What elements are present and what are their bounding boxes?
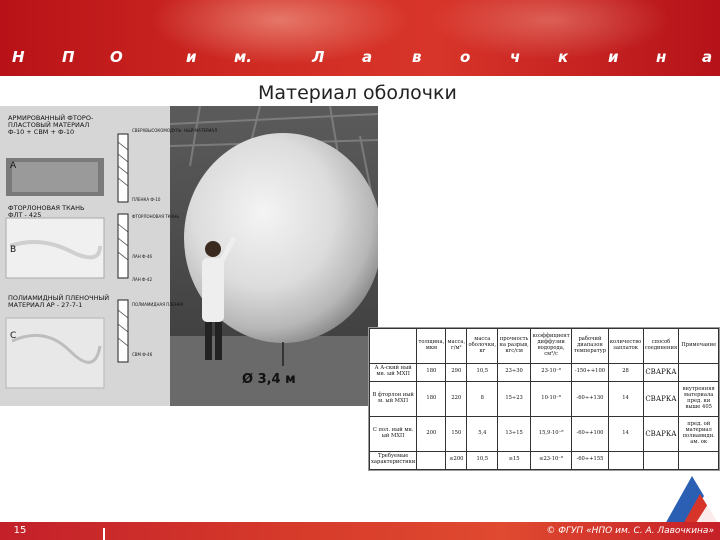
- layer-label: ПОЛИАМИДНАЯ ПЛЕНКА: [132, 302, 184, 307]
- table-cell: [678, 450, 719, 470]
- table-cell: 180: [416, 362, 447, 383]
- balloon-photo-graphic: Ø 3,4 м АРМИРОВАННЫЙ ФТОРО- ПЛАСТОВЫЙ МА…: [0, 106, 378, 406]
- table-cell: 10·10⁻⁸: [529, 381, 573, 417]
- header-letter: П: [62, 48, 75, 66]
- header-letter: н: [656, 48, 667, 66]
- table-cell: 23÷30: [497, 362, 531, 383]
- table-cell: -60÷+130: [571, 381, 609, 417]
- material-a-line: Ф-10 + СВМ + Ф-10: [8, 128, 74, 136]
- table-header-cell: способ соединения: [642, 328, 680, 364]
- footer-bar: 15 © ФГУП «НПО им. С. А. Лавочкина»: [0, 522, 720, 540]
- table-cell: СВАРКА: [642, 381, 680, 417]
- header-letter: а: [702, 48, 713, 66]
- table-row-label: В фторлон ный м. ый МХП: [369, 381, 418, 417]
- table-cell: 220: [445, 381, 468, 417]
- diameter-label: Ø 3,4 м: [242, 372, 296, 387]
- table-cell: 150: [445, 415, 468, 452]
- layer-label: ЛАН Ф-42: [132, 277, 152, 282]
- header-letter: и: [186, 48, 197, 66]
- header-letter: к: [558, 48, 569, 66]
- layer-label: СВМ Ф-46: [132, 352, 153, 357]
- material-c-line: МАТЕРИАЛ АР - 27-7-1: [8, 301, 82, 309]
- header-banner: Н П О и м. Л а в о ч к и н а: [0, 0, 720, 76]
- table-row: В фторлон ный м. ый МХП 180 220 8 15÷23 …: [369, 381, 719, 417]
- page-title: Материал оболочки: [258, 82, 457, 104]
- table-header-cell: масса, г/м²: [445, 328, 468, 364]
- table-cell: [416, 450, 447, 470]
- material-b-line: ФЛТ - 425: [8, 211, 41, 219]
- table-cell: [607, 450, 644, 470]
- layer-label: СВЕРХВЫСОКОМОДУЛЬ- НЫЙ МАТЕРИАЛ: [132, 128, 217, 133]
- table-cell: [642, 450, 680, 470]
- header-organization-name: Н П О и м. Л а в о ч к и н а: [0, 48, 720, 70]
- npo-lavochkin-logo-icon: [664, 476, 720, 526]
- table-cell: СВАРКА: [642, 362, 680, 383]
- table-cell: 290: [445, 362, 468, 383]
- header-letter: и: [608, 48, 619, 66]
- table-header-cell: рабочий диапазон температур: [571, 328, 609, 364]
- table-header-cell: Примечание: [678, 328, 719, 364]
- table-cell: 180: [416, 381, 447, 417]
- table-row: Требуемые характеристики ≤200 10,5 ≥15 ≤…: [369, 450, 719, 470]
- header-letter: в: [412, 48, 422, 66]
- table-cell: ≤23·10⁻⁸: [529, 450, 573, 470]
- balloon-photo: Ø 3,4 м АРМИРОВАННЫЙ ФТОРО- ПЛАСТОВЫЙ МА…: [0, 106, 378, 406]
- table-header-cell: количество заплаток: [607, 328, 644, 364]
- table-cell: ≥15: [497, 450, 531, 470]
- table-header-cell: прочность на разрыв, кгс/см: [497, 328, 531, 364]
- table-cell: ≤200: [445, 450, 468, 470]
- header-letter: ч: [510, 48, 521, 66]
- material-b-letter: В: [10, 245, 16, 255]
- material-a-letter: А: [10, 161, 17, 171]
- header-letter: а: [362, 48, 373, 66]
- table-cell: -60÷+100: [571, 415, 609, 452]
- layer-label: ПЛЕНКА Ф-10: [132, 197, 161, 202]
- layer-label: ФТОРЛОНОВАЯ ТКАНЬ: [132, 214, 179, 219]
- table-cell: внутренняя материала пред. ки выше 405: [678, 381, 719, 417]
- table-header-row: толщина, мкм масса, г/м² масса оболочки,…: [369, 328, 719, 364]
- table-cell: 8: [466, 381, 499, 417]
- table-cell: пред. ой материал полиамидн. ам. ок: [678, 415, 719, 452]
- table-header-cell: [369, 328, 418, 364]
- footer-divider: [103, 528, 105, 540]
- table-cell: 23·10⁻⁸: [529, 362, 573, 383]
- table-cell: 28: [607, 362, 644, 383]
- header-letter: О: [110, 48, 123, 66]
- table-cell: СВАРКА: [642, 415, 680, 452]
- table-row: С пол. ный мн. ый МХП 200 150 5,4 13÷15 …: [369, 415, 719, 452]
- header-letter: Н: [12, 48, 25, 66]
- table-cell: -60÷+155: [571, 450, 609, 470]
- table-header-cell: толщина, мкм: [416, 328, 447, 364]
- page-number: 15: [13, 525, 27, 536]
- header-letter: Л: [312, 48, 325, 66]
- table-header-cell: коэффициент диффузии водорода, см²/с: [529, 328, 573, 364]
- table-cell: 5,4: [466, 415, 499, 452]
- copyright-text: © ФГУП «НПО им. С. А. Лавочкина»: [546, 526, 714, 536]
- table-cell: 10,5: [466, 362, 499, 383]
- header-letter: м.: [234, 48, 252, 66]
- header-letter: о: [460, 48, 471, 66]
- table-row: А А-ский ный мн. ый МХП 180 290 10,5 23÷…: [369, 362, 719, 383]
- material-properties-table: толщина, мкм масса, г/м² масса оболочки,…: [368, 327, 720, 471]
- table-header-cell: масса оболочки, кг: [466, 328, 499, 364]
- table-cell: 13÷15: [497, 415, 531, 452]
- table-row-label: Требуемые характеристики: [369, 450, 418, 470]
- table-row-label: А А-ский ный мн. ый МХП: [369, 362, 418, 383]
- layer-label: ЛАН Ф-46: [132, 254, 152, 259]
- table-cell: -150÷+100: [571, 362, 609, 383]
- table-cell: 14: [607, 381, 644, 417]
- table-row-label: С пол. ный мн. ый МХП: [369, 415, 418, 452]
- table-cell: [678, 362, 719, 383]
- table-cell: 10,5: [466, 450, 499, 470]
- table-cell: 200: [416, 415, 447, 452]
- table-cell: 14: [607, 415, 644, 452]
- material-c-letter: С: [10, 331, 16, 341]
- table-cell: 15÷23: [497, 381, 531, 417]
- properties-table: толщина, мкм масса, г/м² масса оболочки,…: [369, 328, 719, 470]
- table-cell: 15,9·10⁻⁸: [529, 415, 573, 452]
